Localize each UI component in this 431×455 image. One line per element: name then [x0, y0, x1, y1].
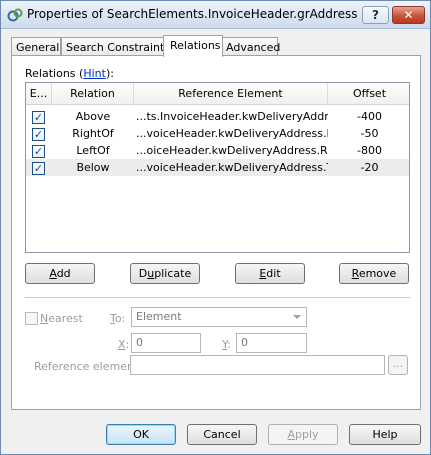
- close-button[interactable]: ✕: [392, 6, 425, 24]
- chevron-down-icon: [293, 315, 301, 319]
- relations-panel: Relations (Hint): E... Relation Referenc…: [11, 55, 421, 410]
- enabled-checkbox[interactable]: ✓: [32, 162, 45, 175]
- enabled-checkbox[interactable]: ✓: [32, 145, 45, 158]
- relation-cell: Below: [76, 161, 110, 174]
- relation-cell: RightOf: [72, 127, 114, 140]
- offset-cell: -800: [357, 144, 382, 157]
- window-title: Properties of SearchElements.InvoiceHead…: [27, 7, 358, 21]
- offset-cell: -20: [360, 161, 379, 174]
- to-combobox[interactable]: Element: [131, 307, 307, 327]
- relation-cell: LeftOf: [76, 144, 110, 157]
- ok-button[interactable]: OK: [106, 424, 176, 445]
- y-input[interactable]: 0: [236, 333, 307, 353]
- tab-search-constraints[interactable]: Search Constraints: [61, 37, 172, 56]
- properties-dialog: Properties of SearchElements.InvoiceHead…: [0, 0, 431, 455]
- check-icon: ✓: [33, 162, 44, 175]
- apply-button[interactable]: Apply: [268, 424, 338, 445]
- to-label: To:: [110, 312, 126, 325]
- close-icon: ✕: [403, 8, 414, 22]
- tab-advanced[interactable]: Advanced: [221, 37, 280, 56]
- enabled-checkbox[interactable]: ✓: [32, 128, 45, 141]
- tab-general[interactable]: General: [11, 37, 61, 56]
- browse-button[interactable]: ...: [388, 355, 408, 375]
- table-header: E... Relation Reference Element Offset: [26, 83, 409, 105]
- separator: [25, 297, 410, 298]
- nearest-label: Nearest: [40, 312, 83, 325]
- add-button[interactable]: Add: [25, 263, 95, 284]
- relations-label: Relations (Hint):: [25, 67, 114, 80]
- reference-cell: ...ts.InvoiceHeader.kwDeliveryAddress: [136, 110, 328, 123]
- relation-cell: Above: [75, 110, 111, 123]
- duplicate-button[interactable]: Duplicate: [130, 263, 200, 284]
- edit-button[interactable]: Edit: [235, 263, 305, 284]
- reference-element-input[interactable]: [130, 355, 385, 375]
- check-icon: ✓: [33, 128, 44, 141]
- nearest-checkbox[interactable]: [25, 312, 38, 325]
- col-reference-header[interactable]: Reference Element: [134, 83, 328, 105]
- check-icon: ✓: [33, 111, 44, 124]
- app-icon: [7, 8, 23, 22]
- title-bar: Properties of SearchElements.InvoiceHead…: [1, 1, 430, 29]
- x-input[interactable]: 0: [131, 333, 201, 353]
- table-row-selected[interactable]: ✓ Below ...voiceHeader.kwDeliveryAddress…: [26, 159, 409, 176]
- hint-link[interactable]: Hint: [83, 67, 106, 80]
- col-enabled-header[interactable]: E...: [26, 83, 52, 105]
- reference-cell: ...voiceHeader.kwDeliveryAddress.Left: [136, 127, 328, 140]
- question-icon: ?: [372, 8, 379, 22]
- col-relation-header[interactable]: Relation: [52, 83, 134, 105]
- check-icon: ✓: [33, 145, 44, 158]
- table-row[interactable]: ✓ RightOf ...voiceHeader.kwDeliveryAddre…: [26, 125, 409, 142]
- table-row[interactable]: ✓ LeftOf ...oiceHeader.kwDeliveryAddress…: [26, 142, 409, 159]
- table-row[interactable]: ✓ Above ...ts.InvoiceHeader.kwDeliveryAd…: [26, 108, 409, 125]
- tab-relations[interactable]: Relations: [163, 35, 223, 57]
- col-offset-header[interactable]: Offset: [328, 83, 409, 105]
- help-button[interactable]: Help: [349, 424, 421, 445]
- offset-cell: -400: [357, 110, 382, 123]
- cancel-button[interactable]: Cancel: [187, 424, 257, 445]
- relations-table[interactable]: E... Relation Reference Element Offset ✓…: [25, 82, 410, 253]
- help-title-button[interactable]: ?: [362, 6, 389, 24]
- x-label: X:: [118, 338, 130, 351]
- reference-cell: ...voiceHeader.kwDeliveryAddress.Top: [136, 161, 328, 174]
- remove-button[interactable]: Remove: [339, 263, 409, 284]
- enabled-checkbox[interactable]: ✓: [32, 111, 45, 124]
- reference-element-label: Reference element:: [34, 360, 142, 373]
- offset-cell: -50: [360, 127, 379, 140]
- y-label: Y:: [222, 338, 231, 351]
- reference-cell: ...oiceHeader.kwDeliveryAddress.Right: [136, 144, 328, 157]
